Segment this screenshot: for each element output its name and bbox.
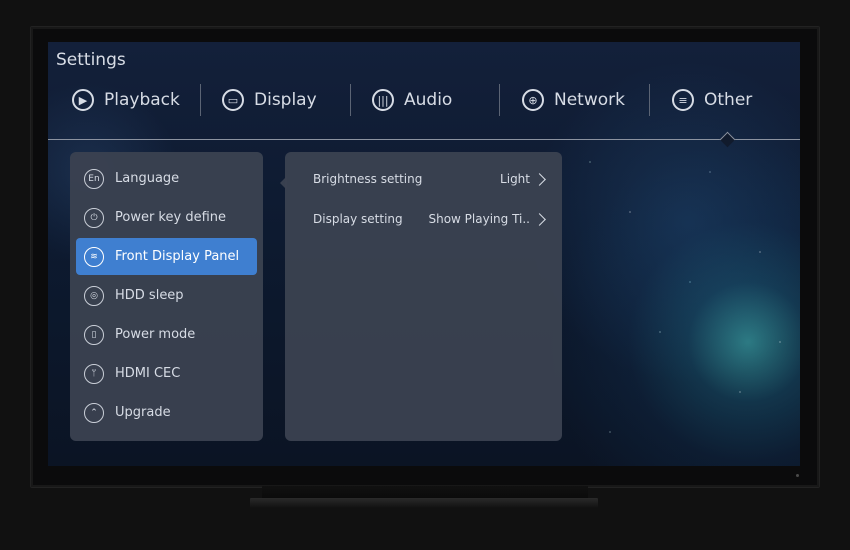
submenu-panel: Brightness setting Light Display setting…	[285, 152, 562, 441]
menu-item-label: Power key define	[115, 210, 227, 225]
tab-divider	[350, 84, 351, 116]
display-panel-icon: ≋	[84, 246, 104, 267]
menu-item-language[interactable]: En Language	[76, 160, 257, 197]
menu-item-label: Front Display Panel	[115, 249, 240, 264]
menu-item-label: Power mode	[115, 327, 196, 342]
setting-value: Show Playing Ti..	[428, 212, 530, 226]
tab-audio[interactable]: ||| Audio	[372, 82, 452, 118]
setting-label: Display setting	[313, 212, 403, 226]
menu-item-front-display-panel[interactable]: ≋ Front Display Panel	[76, 238, 257, 275]
monitor-icon: ▭	[222, 89, 244, 111]
tab-divider	[649, 84, 650, 116]
tv-stand-base	[250, 498, 598, 508]
tab-underline	[48, 139, 800, 140]
menu-item-upgrade[interactable]: ⌃ Upgrade	[76, 394, 257, 431]
menu-item-label: Upgrade	[115, 405, 171, 420]
power-mode-icon: ▯	[84, 324, 104, 345]
settings-menu-panel: En Language ⏻ Power key define ≋ Front D…	[70, 152, 263, 441]
tab-label: Audio	[404, 90, 453, 110]
chevron-right-icon[interactable]	[533, 212, 546, 226]
menu-item-label: HDMI CEC	[115, 366, 181, 381]
tab-label: Other	[704, 90, 753, 110]
play-icon: ▶	[72, 89, 94, 111]
chevron-right-icon[interactable]	[533, 172, 546, 186]
page-title: Settings	[56, 50, 126, 70]
power-icon: ⏻	[84, 207, 104, 228]
list-icon: ≡	[672, 89, 694, 111]
audio-wave-icon: |||	[372, 89, 394, 111]
tab-other[interactable]: ≡ Other	[672, 82, 752, 118]
hdmi-icon: ᛘ	[84, 363, 104, 384]
starfield-background	[570, 132, 800, 466]
upgrade-icon: ⌃	[84, 402, 104, 423]
power-led	[796, 474, 799, 477]
menu-item-label: HDD sleep	[115, 288, 184, 303]
menu-item-power-key-define[interactable]: ⏻ Power key define	[76, 199, 257, 236]
tab-divider	[200, 84, 201, 116]
tab-label: Playback	[104, 90, 180, 110]
tv-screen: Settings ▶ Playback ▭ Display ||| Audio …	[48, 42, 800, 466]
hdd-icon: ◎	[84, 285, 104, 306]
menu-item-hdd-sleep[interactable]: ◎ HDD sleep	[76, 277, 257, 314]
setting-value: Light	[500, 172, 530, 186]
menu-item-hdmi-cec[interactable]: ᛘ HDMI CEC	[76, 355, 257, 392]
globe-icon: ⊕	[522, 89, 544, 111]
language-icon: En	[84, 168, 104, 189]
menu-item-power-mode[interactable]: ▯ Power mode	[76, 316, 257, 353]
setting-row-display[interactable]: Display setting Show Playing Ti..	[285, 204, 562, 234]
setting-row-brightness[interactable]: Brightness setting Light	[285, 164, 562, 194]
tab-display[interactable]: ▭ Display	[222, 82, 317, 118]
tab-network[interactable]: ⊕ Network	[522, 82, 625, 118]
tab-playback[interactable]: ▶ Playback	[72, 82, 180, 118]
tab-label: Display	[254, 90, 317, 110]
tab-bar: ▶ Playback ▭ Display ||| Audio ⊕ Network…	[48, 82, 800, 128]
menu-item-label: Language	[115, 171, 180, 186]
tab-label: Network	[554, 90, 625, 110]
setting-label: Brightness setting	[313, 172, 423, 186]
tab-divider	[499, 84, 500, 116]
